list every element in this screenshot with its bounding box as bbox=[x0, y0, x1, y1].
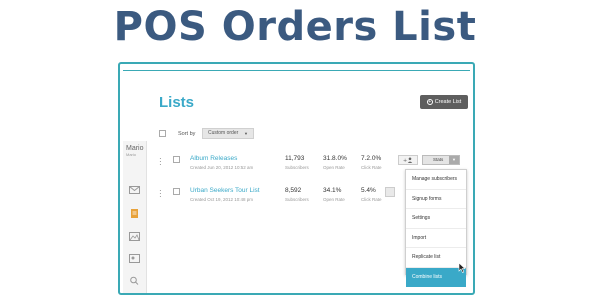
dropdown-toggle-icon[interactable]: ▼ bbox=[449, 156, 459, 164]
menu-item-combine-lists[interactable]: Combine lists bbox=[406, 267, 466, 287]
row-actions: + Stats ▼ bbox=[398, 155, 460, 165]
list-name-link[interactable]: Album Releases bbox=[190, 155, 237, 162]
menu-item-import[interactable]: Import bbox=[406, 229, 466, 248]
open-rate-label: Open Rate bbox=[323, 197, 345, 202]
menu-item-settings[interactable]: Settings bbox=[406, 209, 466, 229]
create-list-button[interactable]: + Create List bbox=[420, 95, 468, 109]
page-title: POS Orders List bbox=[113, 4, 477, 50]
menu-item-replicate-list[interactable]: Replicate list bbox=[406, 248, 466, 268]
add-subscriber-button[interactable] bbox=[385, 187, 395, 197]
sort-select[interactable]: Custom order ▼ bbox=[202, 128, 254, 139]
open-rate-value: 34.1% bbox=[323, 187, 342, 194]
subscribers-count: 8,592 bbox=[285, 187, 302, 194]
subscribers-label: Subscribers bbox=[285, 197, 309, 202]
sort-label: Sort by bbox=[178, 131, 196, 137]
picture-icon[interactable] bbox=[129, 254, 140, 263]
click-rate-value: 5.4% bbox=[361, 187, 376, 194]
click-rate-label: Click Rate bbox=[361, 165, 382, 170]
click-rate-value: 7.2.0% bbox=[361, 155, 382, 162]
subscribers-label: Subscribers bbox=[285, 165, 309, 170]
app-screenshot-frame: Mario Mario Lists + Create List Sort by … bbox=[118, 62, 475, 295]
drag-handle-icon[interactable]: · · · bbox=[159, 155, 162, 169]
list-name-link[interactable]: Urban Seekers Tour List bbox=[190, 187, 260, 194]
menu-item-signup-forms[interactable]: Signup forms bbox=[406, 190, 466, 209]
caret-down-icon: ▼ bbox=[244, 131, 248, 136]
add-person-icon: + bbox=[403, 157, 413, 163]
mouse-cursor-icon bbox=[458, 263, 466, 273]
stats-button[interactable]: Stats ▼ bbox=[422, 155, 460, 165]
create-list-label: Create List bbox=[434, 99, 462, 105]
app-window: Mario Mario Lists + Create List Sort by … bbox=[123, 70, 470, 293]
add-subscriber-button[interactable]: + bbox=[398, 155, 418, 165]
menu-item-manage-subscribers[interactable]: Manage subscribers bbox=[406, 170, 466, 190]
click-rate-label: Click Rate bbox=[361, 197, 382, 202]
image-icon[interactable] bbox=[129, 232, 140, 241]
list-created-date: Created Jun 20, 2012 10:52 am bbox=[190, 165, 254, 170]
search-icon[interactable] bbox=[129, 276, 140, 285]
open-rate-label: Open Rate bbox=[323, 165, 345, 170]
svg-text:+: + bbox=[403, 158, 407, 163]
open-rate-value: 31.8.0% bbox=[323, 155, 347, 162]
sort-select-value: Custom order bbox=[208, 130, 239, 136]
list-actions-menu: Manage subscribers Signup forms Settings… bbox=[405, 169, 467, 287]
list-created-date: Created Oct 19, 2012 10:48 pm bbox=[190, 197, 254, 202]
stats-button-label: Stats bbox=[433, 157, 444, 162]
lists-heading: Lists bbox=[159, 94, 195, 111]
subscribers-count: 11,793 bbox=[285, 155, 305, 162]
drag-handle-icon[interactable]: · · · bbox=[159, 187, 162, 201]
select-all-checkbox[interactable] bbox=[159, 130, 166, 137]
row-checkbox[interactable] bbox=[173, 188, 180, 195]
row-checkbox[interactable] bbox=[173, 156, 180, 163]
plus-icon: + bbox=[426, 99, 433, 105]
